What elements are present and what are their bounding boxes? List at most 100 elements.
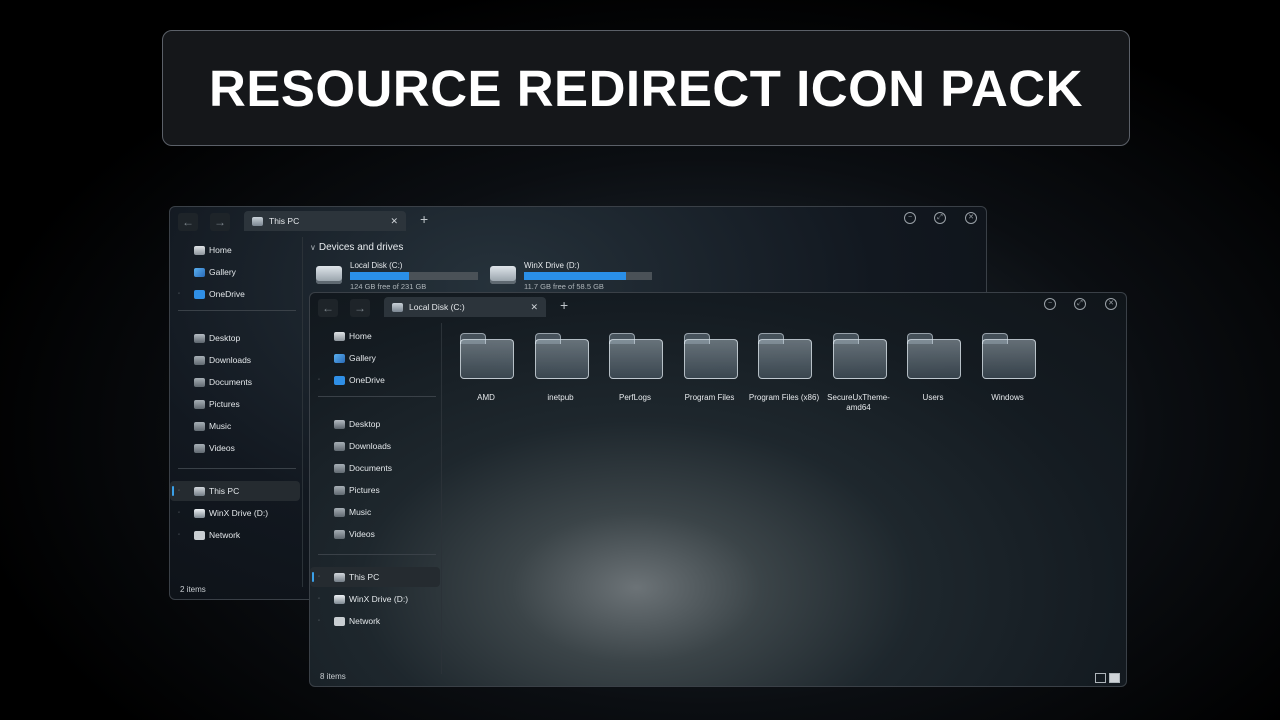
close-icon[interactable]: ✕ [1105, 298, 1117, 310]
tab-local-disk[interactable]: Local Disk (C:) ✕ [384, 297, 546, 317]
onedrive-cloud-icon [194, 289, 205, 299]
navigation-pane: Home Gallery ◦ OneDrive Desktop Downloads… [310, 323, 440, 672]
forward-button[interactable]: → [350, 299, 370, 317]
folder-label: Program Files (x86) [748, 393, 820, 402]
sidebar-item-pictures[interactable]: Pictures [170, 394, 300, 414]
sidebar-item-music[interactable]: Music [310, 502, 440, 522]
folder-icon [534, 333, 589, 379]
expand-chevron-icon[interactable]: ◦ [178, 510, 180, 516]
music-icon [334, 507, 345, 517]
sidebar-item-onedrive[interactable]: ◦ OneDrive [310, 370, 440, 390]
divider [178, 468, 296, 469]
back-button[interactable]: ← [318, 299, 338, 317]
drive-local-disk-c[interactable]: Local Disk (C:) 124 GB free of 231 GB [316, 261, 486, 291]
sidebar-item-network[interactable]: ◦ Network [170, 525, 300, 545]
explorer-window-local-disk: ← → Local Disk (C:) ✕ + − ⤢ ✕ Home Galle… [309, 292, 1127, 687]
desktop-icon [194, 333, 205, 343]
close-tab-icon[interactable]: ✕ [530, 302, 538, 313]
sidebar-item-documents[interactable]: Documents [310, 458, 440, 478]
folder-icon [981, 333, 1036, 379]
sidebar-item-network[interactable]: ◦ Network [310, 611, 440, 631]
pictures-icon [194, 399, 205, 409]
drive-icon [194, 508, 205, 518]
drive-icon [334, 594, 345, 604]
devices-and-drives-header[interactable]: ∨ Devices and drives [310, 242, 403, 253]
divider [318, 554, 436, 555]
drive-usage-bar [524, 272, 652, 280]
back-button[interactable]: ← [178, 213, 198, 231]
expand-chevron-icon[interactable]: ◦ [318, 596, 320, 602]
sidebar-item-this-pc[interactable]: ◦ This PC [170, 481, 300, 501]
folder-icon [907, 333, 961, 379]
onedrive-cloud-icon [334, 375, 345, 385]
sidebar-item-winx-drive[interactable]: ◦ WinX Drive (D:) [310, 589, 440, 609]
pane-divider[interactable] [441, 323, 442, 674]
this-pc-icon [334, 572, 345, 582]
maximize-icon[interactable]: ⤢ [1074, 298, 1086, 310]
pictures-icon [334, 485, 345, 495]
expand-chevron-icon[interactable]: ◦ [318, 377, 320, 383]
sidebar-item-downloads[interactable]: Downloads [170, 350, 300, 370]
sidebar-item-winx-drive[interactable]: ◦ WinX Drive (D:) [170, 503, 300, 523]
close-icon[interactable]: ✕ [965, 212, 977, 224]
drive-usage-bar [350, 272, 478, 280]
hard-drive-icon [316, 266, 342, 284]
drive-usage-fill [350, 272, 409, 280]
expand-chevron-icon[interactable]: ◦ [318, 574, 320, 580]
expand-chevron-icon[interactable]: ◦ [178, 291, 180, 297]
title-banner: RESOURCE REDIRECT ICON PACK [162, 30, 1130, 146]
expand-chevron-icon[interactable]: ◦ [178, 488, 180, 494]
folder-label: inetpub [547, 393, 574, 402]
drive-usage-fill [524, 272, 627, 280]
tab-label: Local Disk (C:) [409, 302, 465, 312]
folder-icon [460, 333, 514, 379]
expand-chevron-icon[interactable]: ◦ [178, 532, 180, 538]
hard-drive-icon [490, 266, 516, 284]
sidebar-item-pictures[interactable]: Pictures [310, 480, 440, 500]
folder-label: Program Files [684, 393, 735, 402]
drive-winx-d[interactable]: WinX Drive (D:) 11.7 GB free of 58.5 GB [490, 261, 660, 291]
downloads-icon [334, 441, 345, 451]
tab-label: This PC [269, 216, 300, 226]
sidebar-item-desktop[interactable]: Desktop [310, 414, 440, 434]
documents-icon [194, 377, 205, 387]
status-item-count: 8 items [320, 672, 346, 681]
sidebar-item-desktop[interactable]: Desktop [170, 328, 300, 348]
sidebar-item-documents[interactable]: Documents [170, 372, 300, 392]
sidebar-item-music[interactable]: Music [170, 416, 300, 436]
sidebar-item-onedrive[interactable]: ◦ OneDrive [170, 284, 300, 304]
maximize-icon[interactable]: ⤢ [934, 212, 946, 224]
this-pc-icon [252, 216, 263, 226]
sidebar-item-downloads[interactable]: Downloads [310, 436, 440, 456]
folder-label: SecureUxTheme-amd64 [827, 393, 890, 412]
divider [178, 310, 296, 311]
large-icons-view-icon[interactable] [1109, 673, 1120, 683]
new-tab-button[interactable]: + [420, 211, 428, 227]
folder-label: AMD [477, 393, 495, 402]
navigation-pane: Home Gallery ◦ OneDrive Desktop Downloads… [170, 237, 300, 585]
expand-chevron-icon[interactable]: ◦ [318, 618, 320, 624]
minimize-icon[interactable]: − [1044, 298, 1056, 310]
tab-this-pc[interactable]: This PC ✕ [244, 211, 406, 231]
details-view-icon[interactable] [1095, 673, 1106, 683]
sidebar-item-videos[interactable]: Videos [310, 524, 440, 544]
chevron-down-icon: ∨ [310, 243, 316, 252]
sidebar-item-home[interactable]: Home [310, 326, 440, 346]
close-tab-icon[interactable]: ✕ [390, 216, 398, 227]
minimize-icon[interactable]: − [904, 212, 916, 224]
sidebar-item-gallery[interactable]: Gallery [170, 262, 300, 282]
this-pc-icon [194, 486, 205, 496]
forward-button[interactable]: → [210, 213, 230, 231]
folder-label: Users [922, 393, 944, 402]
network-icon [194, 530, 205, 540]
folder-icon [832, 333, 887, 379]
sidebar-item-videos[interactable]: Videos [170, 438, 300, 458]
pane-divider[interactable] [302, 237, 303, 587]
sidebar-item-this-pc[interactable]: ◦ This PC [310, 567, 440, 587]
home-icon [334, 331, 345, 341]
sidebar-item-home[interactable]: Home [170, 240, 300, 260]
folder-icon [609, 333, 663, 379]
new-tab-button[interactable]: + [560, 297, 568, 313]
downloads-icon [194, 355, 205, 365]
sidebar-item-gallery[interactable]: Gallery [310, 348, 440, 368]
